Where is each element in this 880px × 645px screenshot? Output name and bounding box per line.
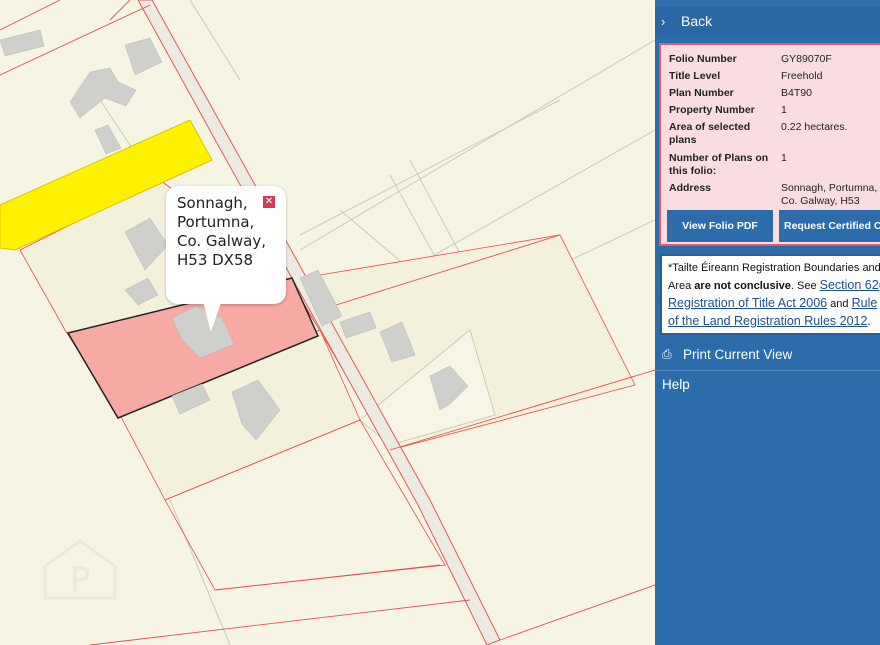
note-text: Area: [668, 280, 695, 292]
close-icon[interactable]: ✕: [263, 196, 275, 208]
folio-key: Number of Plans on this folio:: [669, 152, 769, 177]
watermark-logo: P: [43, 539, 117, 600]
back-button[interactable]: › Back: [655, 6, 880, 36]
view-folio-pdf-button[interactable]: View Folio PDF: [667, 210, 773, 242]
print-current-view-button[interactable]: ⎙ Print Current View: [662, 347, 792, 362]
note-line4: of the Land Registration Rules 2012.: [668, 312, 880, 330]
folio-details: Folio Number GY89070F Title Level Freeho…: [659, 43, 880, 246]
folio-key: Plan Number: [669, 87, 734, 99]
printer-icon: ⎙: [662, 347, 672, 361]
folio-key: Area of selected plans: [669, 121, 751, 146]
side-panel: › Back Folio Number GY89070F Title Level…: [655, 0, 880, 645]
folio-value: B4T90: [781, 87, 812, 99]
disclaimer-note: *Tailte Éireann Registration Boundaries …: [660, 254, 880, 335]
note-text: .: [867, 316, 871, 328]
folio-value: GY89070F: [781, 53, 832, 65]
address-popup: Sonnagh, Portumna, Co. Galway, H53 DX58 …: [166, 186, 286, 304]
back-label: Back: [681, 13, 713, 29]
folio-value: 0.22 hectares.: [781, 121, 848, 133]
rules-link[interactable]: Rule: [852, 296, 878, 310]
folio-value: 1: [781, 152, 787, 164]
folio-value: Freehold: [781, 70, 823, 82]
note-bold: are not conclusive: [694, 280, 791, 292]
chevron-right-icon: ›: [661, 13, 666, 29]
menu-divider: [655, 370, 880, 371]
help-button[interactable]: Help: [662, 377, 690, 392]
folio-value: 1: [781, 104, 787, 116]
request-certified-copy-button[interactable]: Request Certified Copy: [779, 210, 880, 242]
section-62-link[interactable]: Section 62(: [820, 278, 880, 292]
registration-act-link[interactable]: Registration of Title Act 2006: [668, 296, 827, 310]
note-line3: Registration of Title Act 2006 and Rule: [668, 294, 880, 312]
folio-key: Property Number: [669, 104, 755, 116]
svg-text:P: P: [70, 560, 91, 600]
folio-key: Folio Number: [669, 53, 737, 65]
popup-address: Sonnagh, Portumna, Co. Galway, H53 DX58: [177, 194, 267, 269]
map-view[interactable]: P Sonnagh, Portumna, Co. Galway, H53 DX5…: [0, 0, 655, 645]
help-label: Help: [662, 377, 690, 392]
note-text: and: [827, 298, 852, 310]
rules-link-cont[interactable]: of the Land Registration Rules 2012: [668, 314, 867, 328]
note-line1: *Tailte Éireann Registration Boundaries …: [668, 262, 880, 274]
note-line2: Area are not conclusive. See Section 62(: [668, 276, 880, 294]
print-label: Print Current View: [683, 347, 793, 362]
folio-key: Title Level: [669, 70, 721, 82]
note-text: . See: [790, 280, 820, 292]
folio-key: Address: [669, 182, 712, 194]
